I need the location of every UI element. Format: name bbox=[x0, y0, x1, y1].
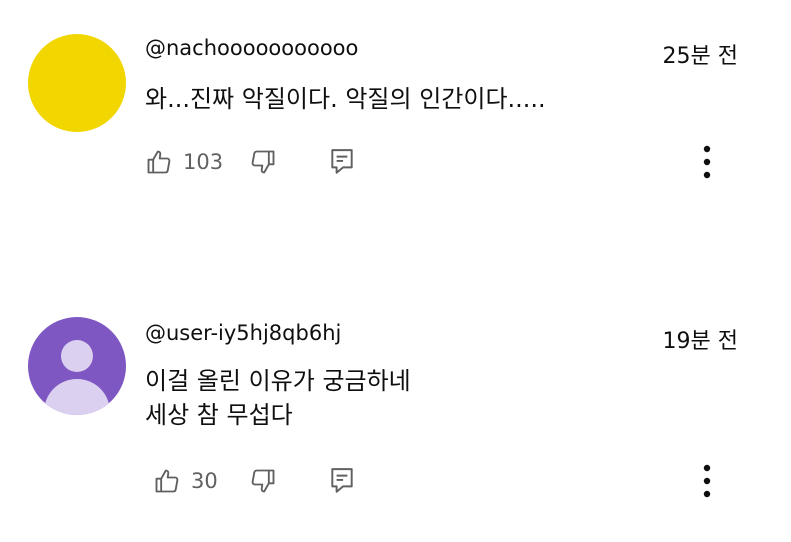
thumbs-up-icon bbox=[145, 148, 173, 176]
more-vertical-icon bbox=[703, 464, 711, 498]
dislike-button[interactable] bbox=[249, 146, 277, 178]
comment-timestamp[interactable]: 19분 전 bbox=[663, 323, 738, 355]
thumbs-down-icon bbox=[249, 467, 277, 495]
comment-actions: 103 bbox=[145, 145, 745, 179]
comment-text-line: 와...진짜 악질이다. 악질의 인간이다..... bbox=[145, 85, 546, 113]
reply-button[interactable] bbox=[329, 146, 355, 178]
comment-timestamp[interactable]: 25분 전 bbox=[663, 38, 738, 70]
dislike-button[interactable] bbox=[249, 465, 277, 497]
comments-section: @nachooooooooooo 25분 전 와...진짜 악질이다. 악질의 … bbox=[0, 0, 791, 542]
thumbs-up-icon bbox=[153, 467, 181, 495]
comment-actions: 30 bbox=[145, 464, 745, 498]
comment-text: 이걸 올린 이유가 궁금하네 세상 참 무섭다 bbox=[145, 364, 411, 432]
thumbs-down-icon bbox=[249, 148, 277, 176]
like-button[interactable]: 30 bbox=[153, 465, 218, 497]
comment-text: 와...진짜 악질이다. 악질의 인간이다..... bbox=[145, 82, 546, 116]
more-options-button[interactable] bbox=[697, 142, 717, 182]
comment-text-line: 이걸 올린 이유가 궁금하네 bbox=[145, 367, 411, 395]
reply-icon bbox=[329, 467, 355, 495]
avatar[interactable] bbox=[28, 317, 126, 415]
comment-author-handle[interactable]: @user-iy5hj8qb6hj bbox=[145, 321, 341, 345]
like-count: 30 bbox=[191, 469, 218, 493]
more-options-button[interactable] bbox=[697, 461, 717, 501]
comment-text-line: 세상 참 무섭다 bbox=[145, 401, 293, 429]
reply-button[interactable] bbox=[329, 465, 355, 497]
like-button[interactable]: 103 bbox=[145, 146, 223, 178]
more-vertical-icon bbox=[703, 145, 711, 179]
default-avatar-head bbox=[61, 340, 93, 372]
avatar[interactable] bbox=[28, 34, 126, 132]
default-avatar-body bbox=[44, 379, 110, 415]
reply-icon bbox=[329, 148, 355, 176]
like-count: 103 bbox=[183, 150, 224, 174]
comment-author-handle[interactable]: @nachooooooooooo bbox=[145, 36, 358, 60]
